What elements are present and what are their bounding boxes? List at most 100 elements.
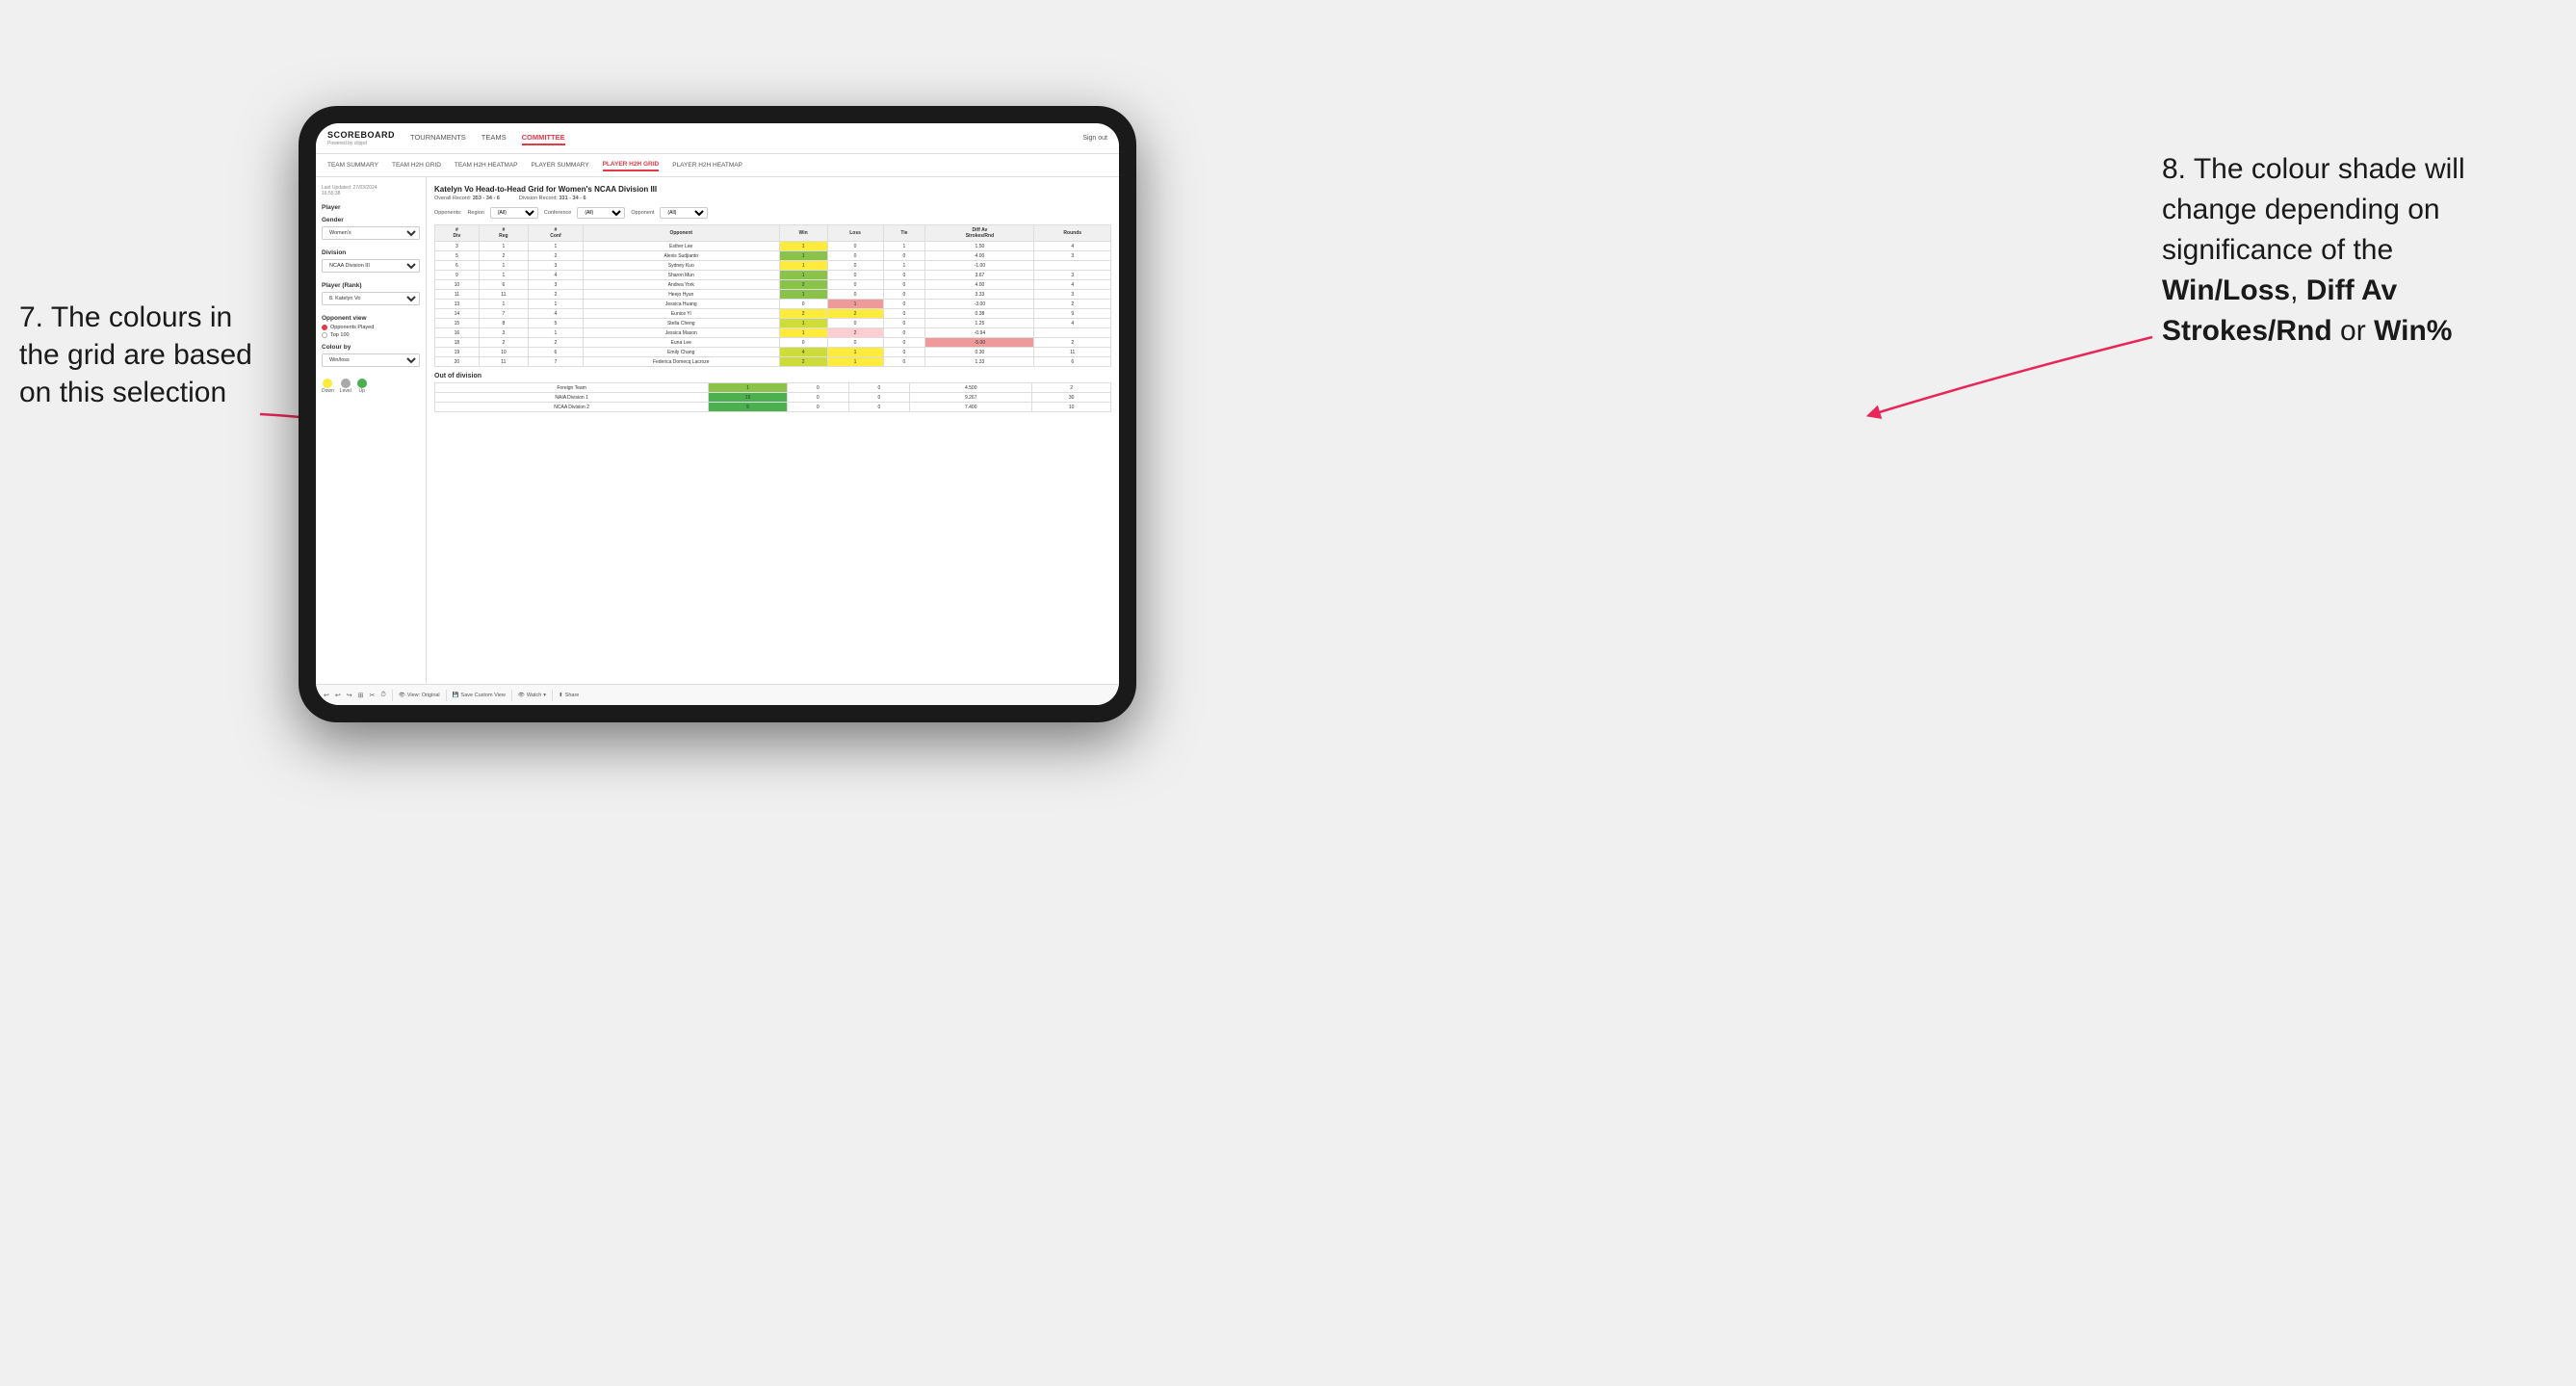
annotation-bold-winloss: Win/Loss — [2162, 275, 2290, 306]
annotation-left-text: 7. The colours in the grid are based on … — [19, 301, 252, 408]
table-row: 1474 Eunice Yi 2 2 0 0.38 9 — [435, 309, 1111, 319]
filter-opponent[interactable]: (All) — [660, 207, 708, 219]
copy-icon[interactable]: ⊞ — [358, 692, 364, 699]
header-right: Sign out — [1082, 135, 1107, 142]
table-row: 11112 Heejo Hyun 1 0 0 3.33 3 — [435, 290, 1111, 300]
sidebar-player-rank-select[interactable]: 8. Katelyn Vo — [322, 292, 420, 305]
sub-nav: TEAM SUMMARY TEAM H2H GRID TEAM H2H HEAT… — [316, 154, 1119, 177]
share-icon: ⬆ — [559, 693, 563, 698]
grid-title: Katelyn Vo Head-to-Head Grid for Women's… — [434, 185, 1111, 194]
sidebar-opponent-view-label: Opponent view — [322, 315, 420, 322]
share-btn[interactable]: ⬆ Share — [559, 693, 579, 698]
sidebar-radio-group: Opponents Played Top 100 — [322, 325, 420, 338]
clock-icon[interactable]: ⏱ — [380, 692, 385, 699]
bottom-toolbar: ↩ ↩ ↪ ⊞ ✂ ⏱ 👁 View: Original 💾 Save Cust… — [316, 684, 1119, 705]
legend-dot-down — [323, 379, 332, 388]
eye-icon: 👁 — [399, 693, 405, 698]
app-header: SCOREBOARD Powered by clippd TOURNAMENTS… — [316, 123, 1119, 154]
table-row: NCAA Division 2 5 0 0 7.400 10 — [435, 403, 1111, 412]
view-original-btn[interactable]: 👁 View: Original — [399, 693, 440, 698]
sidebar-timestamp: Last Updated: 27/03/2024 16:55:38 — [322, 185, 420, 196]
redo-icon[interactable]: ↩ — [335, 692, 341, 699]
radio-top-100[interactable]: Top 100 — [322, 332, 420, 338]
sidebar-colour-by-label: Colour by — [322, 344, 420, 351]
nav-teams[interactable]: TEAMS — [481, 131, 507, 145]
main-table: #Div #Reg #Conf Opponent Win Loss Tie Di… — [434, 224, 1111, 367]
table-row: 1311 Jessica Huang 0 1 0 -3.00 2 — [435, 300, 1111, 309]
sidebar-colour-by-select[interactable]: Win/loss — [322, 353, 420, 367]
col-diff-av: Diff AvStrokes/Rnd — [925, 225, 1034, 242]
legend-dot-up — [357, 379, 367, 388]
table-row: NAIA Division 1 15 0 0 9.267 30 — [435, 393, 1111, 403]
col-rounds: Rounds — [1034, 225, 1111, 242]
table-row: 1063 Andrea York 2 0 0 4.00 4 — [435, 280, 1111, 290]
table-row: 613 Sydney Kuo 1 0 1 -1.00 — [435, 261, 1111, 271]
radio-dot-1 — [322, 325, 327, 330]
col-div: #Div — [435, 225, 480, 242]
table-row: 311 Esther Lee 1 0 1 1.50 4 — [435, 242, 1111, 251]
table-row: 19106 Emily Chang 4 1 0 0.30 11 — [435, 348, 1111, 357]
filter-conference[interactable]: (All) — [577, 207, 625, 219]
filter-region[interactable]: (All) — [490, 207, 538, 219]
annotation-right: 8. The colour shade will change dependin… — [2162, 149, 2547, 352]
out-of-division-header: Out of division — [434, 373, 1111, 379]
grid-subtitle: Overall Record: 353 - 34 - 6 Division Re… — [434, 196, 1111, 201]
watch-btn[interactable]: 👁 Watch ▾ — [518, 693, 546, 698]
nav-items: TOURNAMENTS TEAMS COMMITTEE — [410, 131, 1082, 145]
annotation-left: 7. The colours in the grid are based on … — [19, 299, 270, 411]
table-row: 1822 Euna Lee 0 0 0 -5.00 2 — [435, 338, 1111, 348]
toolbar-sep-1 — [392, 690, 393, 701]
table-row: 1585 Stella Cheng 1 0 0 1.25 4 — [435, 319, 1111, 328]
nav-tournaments[interactable]: TOURNAMENTS — [410, 131, 466, 145]
sidebar-gender-label: Gender — [322, 217, 420, 223]
toolbar-sep-2 — [446, 690, 447, 701]
sub-nav-team-h2h-grid[interactable]: TEAM H2H GRID — [392, 160, 441, 170]
table-row: 914 Sharon Mun 1 0 0 3.67 3 — [435, 271, 1111, 280]
toolbar-sep-3 — [511, 690, 512, 701]
table-row: 522 Alexis Sudjianto 1 0 0 4.00 3 — [435, 251, 1111, 261]
radio-dot-2 — [322, 332, 327, 338]
overall-record: Overall Record: 353 - 34 - 6 — [434, 196, 500, 201]
tablet-screen: SCOREBOARD Powered by clippd TOURNAMENTS… — [316, 123, 1119, 705]
sidebar-player-label: Player — [322, 204, 420, 211]
colour-legend: Down Level Up — [322, 379, 420, 394]
division-record: Division Record: 331 - 34 - 6 — [519, 196, 586, 201]
table-row: 20117 Federica Domecq Lacroze 2 1 0 1.33… — [435, 357, 1111, 367]
sidebar: Last Updated: 27/03/2024 16:55:38 Player… — [316, 177, 427, 684]
col-conf: #Conf — [528, 225, 583, 242]
logo-sub: Powered by clippd — [327, 141, 395, 146]
logo-area: SCOREBOARD Powered by clippd — [327, 130, 395, 146]
save-icon: 💾 — [453, 693, 459, 698]
nav-committee[interactable]: COMMITTEE — [522, 131, 565, 145]
sub-nav-team-summary[interactable]: TEAM SUMMARY — [327, 160, 378, 170]
watch-icon: 👁 — [518, 693, 525, 698]
col-loss: Loss — [827, 225, 883, 242]
sub-nav-player-h2h-grid[interactable]: PLAYER H2H GRID — [603, 159, 660, 171]
filter-row: Opponents: Region (All) Conference (All)… — [434, 207, 1111, 219]
sub-nav-player-summary[interactable]: PLAYER SUMMARY — [532, 160, 589, 170]
cut-icon[interactable]: ✂ — [370, 692, 376, 699]
undo-icon[interactable]: ↩ — [324, 692, 329, 699]
annotation-bold-winpct: Win% — [2374, 315, 2452, 347]
step-back-icon[interactable]: ↪ — [347, 692, 352, 699]
toolbar-sep-4 — [552, 690, 553, 701]
table-row: Foreign Team 1 0 0 4.500 2 — [435, 383, 1111, 393]
sidebar-gender-select[interactable]: Women's — [322, 226, 420, 240]
grid-area: Katelyn Vo Head-to-Head Grid for Women's… — [427, 177, 1119, 684]
col-opponent: Opponent — [583, 225, 779, 242]
col-reg: #Reg — [479, 225, 528, 242]
sidebar-division-select[interactable]: NCAA Division III — [322, 259, 420, 273]
arrow-right-svg — [1854, 327, 2162, 443]
sub-nav-team-h2h-heatmap[interactable]: TEAM H2H HEATMAP — [455, 160, 518, 170]
col-tie: Tie — [883, 225, 925, 242]
sidebar-player-rank-label: Player (Rank) — [322, 282, 420, 289]
sub-nav-player-h2h-heatmap[interactable]: PLAYER H2H HEATMAP — [672, 160, 742, 170]
chevron-down-icon: ▾ — [543, 693, 546, 698]
sign-out-link[interactable]: Sign out — [1082, 135, 1107, 142]
logo-text: SCOREBOARD — [327, 130, 395, 140]
tablet-frame: SCOREBOARD Powered by clippd TOURNAMENTS… — [299, 106, 1136, 722]
radio-opponents-played[interactable]: Opponents Played — [322, 325, 420, 330]
save-custom-btn[interactable]: 💾 Save Custom View — [453, 693, 506, 698]
col-win: Win — [779, 225, 827, 242]
main-content: Last Updated: 27/03/2024 16:55:38 Player… — [316, 177, 1119, 684]
